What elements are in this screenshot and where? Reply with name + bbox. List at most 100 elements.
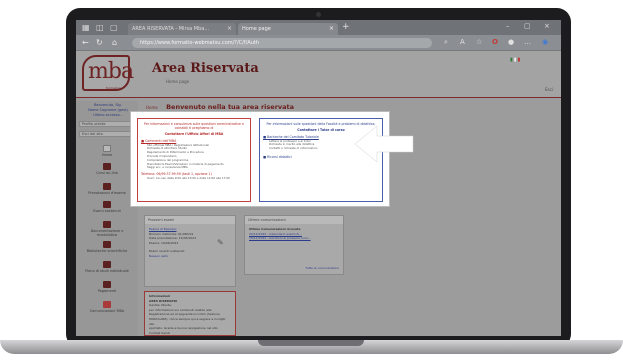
sidebar: Benvenuto, Sig. Nome Cognome (gest) Ulti…: [76, 101, 138, 336]
panel-header: Prossimi esami: [145, 216, 235, 224]
sidebar-item-label: Home: [101, 153, 113, 157]
sidebar-item-label: Prenotazioni d'esame: [88, 191, 126, 195]
favorite-star-icon[interactable]: ☆: [476, 38, 482, 46]
recent-exams-value: Nessun esito: [149, 253, 169, 258]
news-panel: Ultime comunicazioni Ultime Comunicazion…: [244, 215, 344, 275]
last-access: Ultimo accesso...: [93, 113, 123, 117]
sidebar-item-library[interactable]: Biblioteche scientifiche: [80, 241, 134, 253]
sidebar-item-documents[interactable]: Documentazione e modulistica: [80, 221, 134, 237]
close-window-icon[interactable]: ×: [544, 22, 550, 30]
tab-label: Home page: [242, 26, 271, 32]
window-menu-icon[interactable]: ▦: [82, 23, 90, 32]
exam-icon: [103, 183, 111, 190]
exam-row-value: 15/05/2023: [178, 236, 197, 241]
info-panel: Informazioni AREA RISERVATA Gentile Uten…: [144, 291, 236, 336]
browser-tab-bar: ▦ ◫ ▢ AREA RISERVATA - Mirsa Mba... × Ho…: [76, 20, 561, 35]
exam-row-value: 01/983/01: [178, 231, 194, 236]
exam-row-label: Numero matricola:: [149, 231, 178, 236]
exam-row-label: Esame:: [149, 240, 161, 245]
profile-button[interactable]: Profilo utente: [79, 121, 133, 127]
italian-flag-icon[interactable]: ▮▮▮: [510, 57, 521, 63]
tab-actions-icon[interactable]: ◫: [96, 23, 104, 32]
logo-subtext: formazione: [106, 86, 123, 90]
sidebar-item-label: Pagamenti: [97, 289, 117, 293]
tab-groups-icon[interactable]: ▢: [110, 23, 118, 32]
admin-contacts-box: Per informazioni e consulenza sulle ques…: [137, 118, 251, 202]
sidebar-item-home[interactable]: Home: [80, 145, 134, 157]
search-icon[interactable]: ⌕: [444, 38, 448, 47]
profile-icon[interactable]: ●: [508, 38, 514, 46]
info-line: Cordiali Saluti: [149, 330, 170, 335]
exams-panel: Prossimi esami Esame di Esempio Numero m…: [144, 215, 236, 287]
edit-pencil-icon[interactable]: ✎: [217, 238, 224, 247]
tab-area-riservata[interactable]: AREA RISERVATA - Mirsa Mba... ×: [128, 23, 236, 35]
all-news-link[interactable]: Tutte le comunicazioni: [301, 266, 343, 271]
breadcrumb-home-link[interactable]: Home: [146, 105, 158, 110]
sidebar-item-label: Biblioteche scientifiche: [86, 249, 128, 253]
admin-contact-heading: Contattare l'Ufficio Affari di MBA: [164, 132, 224, 136]
admin-list-item: Saggi ecc. e consulenza MBA: [147, 165, 188, 170]
sidebar-item-study-plan[interactable]: Piano di studi individuale: [80, 261, 134, 273]
url-field[interactable]: https://www.formatio-webmatsu.com/?/C/f/…: [132, 38, 432, 48]
sidebar-item-label: Comunicazioni MBA: [89, 309, 125, 313]
mba-logo[interactable]: mba formazione: [82, 55, 134, 91]
sidebar-item-exams-done[interactable]: Esami sostenuti: [80, 201, 134, 213]
home-icon[interactable]: ⌂: [112, 38, 117, 47]
read-aloud-icon[interactable]: A: [460, 38, 465, 46]
sidebar-item-payments[interactable]: Pagamenti: [80, 281, 134, 293]
exams-done-icon: [103, 201, 111, 208]
new-tab-button[interactable]: +: [342, 22, 350, 32]
sidebar-item-courses[interactable]: Corsi on-line: [80, 163, 134, 175]
welcome-heading: Home Benvenuto nella tua area riservata: [146, 103, 294, 111]
extension-icon[interactable]: O: [492, 38, 498, 46]
address-toolbar: ← ↻ ⌂ https://www.formatio-webmatsu.com/…: [76, 35, 561, 51]
panel-header: Ultime comunicazioni: [245, 216, 343, 224]
close-tab-icon[interactable]: ×: [329, 25, 334, 32]
camera: [316, 12, 321, 17]
laptop-notch: [258, 340, 364, 346]
tab-home-page[interactable]: Home page ×: [238, 23, 338, 35]
sidebar-item-exam-booking[interactable]: Prenotazioni d'esame: [80, 183, 134, 195]
laptop-bezel: ▦ ◫ ▢ AREA RISERVATA - Mirsa Mba... × Ho…: [66, 8, 571, 348]
documents-icon: [103, 221, 111, 228]
logo-text: mba: [88, 59, 134, 84]
laptop-frame: ▦ ◫ ▢ AREA RISERVATA - Mirsa Mba... × Ho…: [0, 0, 623, 360]
refresh-icon[interactable]: ↻: [96, 38, 103, 47]
sidebar-item-messages[interactable]: Comunicazioni MBA: [80, 301, 134, 313]
tab-label: AREA RISERVATA - Mirsa Mba...: [132, 26, 210, 32]
left-arrow-icon: [355, 125, 414, 163]
sidebar-item-label: Corsi on-line: [96, 171, 118, 175]
edge-copilot-icon[interactable]: ◉: [542, 38, 548, 46]
page-title: Area Riservata: [152, 61, 259, 76]
home-icon: [103, 145, 111, 152]
sidebar-item-label: Esami sostenuti: [93, 209, 121, 213]
close-tab-icon[interactable]: ×: [227, 25, 232, 32]
minimize-icon[interactable]: –: [506, 22, 510, 30]
info-line: MODULARE), clicca sempre qui a seguire e…: [149, 316, 226, 326]
site-header: mba formazione Area Riservata Home page …: [76, 51, 561, 97]
tutor-link-label: Ricorsi didattici: [267, 154, 292, 159]
more-menu-icon[interactable]: …: [524, 38, 531, 46]
exit-link[interactable]: Esci: [545, 87, 553, 92]
library-icon: [103, 241, 111, 248]
header-divider: [76, 97, 561, 98]
study-plan-icon: [103, 261, 111, 268]
exam-row-value: 19/06/2023: [161, 240, 179, 245]
sidebar-item-label: Documentazione e modulistica: [90, 229, 124, 237]
messages-icon: [103, 301, 111, 308]
page-subtitle: Home page: [166, 79, 190, 84]
courses-icon: [103, 163, 111, 170]
maximize-icon[interactable]: ▢: [524, 22, 531, 30]
back-icon[interactable]: ←: [82, 38, 89, 47]
logout-button[interactable]: Esci dal sito: [79, 131, 133, 137]
welcome-text: Benvenuto nella tua area riservata: [166, 103, 295, 111]
highlighted-contacts-panel: Per informazioni e consulenza sulle ques…: [131, 112, 389, 206]
payments-icon: [103, 281, 111, 288]
admin-hours: Orari: lun-ven dalle 9:00 alle 13:00 e d…: [147, 175, 230, 180]
user-info: Benvenuto, Sig. Nome Cognome (gest) Ulti…: [80, 103, 136, 118]
admin-intro-text: Per informazioni e consulenza sulle ques…: [144, 122, 244, 130]
sidebar-item-label: Piano di studi individuale: [85, 269, 129, 273]
news-item-link[interactable]: 15/11/2022 - Iscrizioni ai prossimi cors…: [245, 236, 343, 241]
screen: ▦ ◫ ▢ AREA RISERVATA - Mirsa Mba... × Ho…: [76, 20, 561, 336]
exam-row-label: Data prenotazione:: [149, 236, 178, 241]
